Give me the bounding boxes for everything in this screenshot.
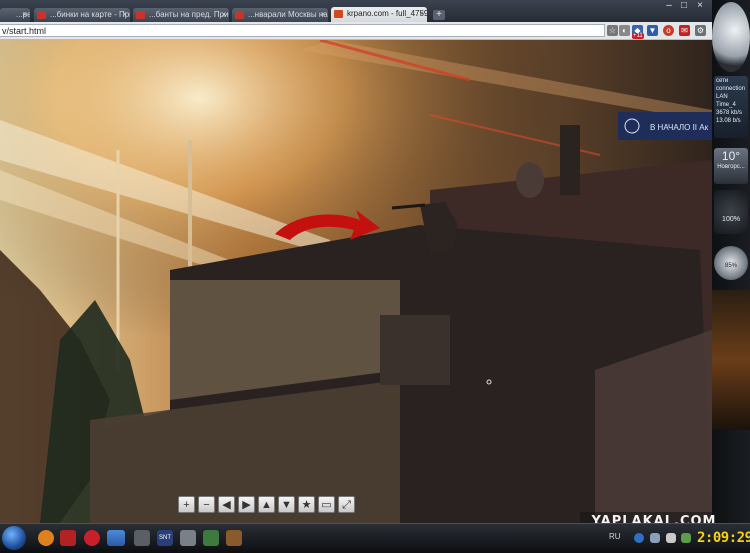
favicon-icon — [334, 10, 343, 18]
address-bar[interactable]: v/start.html — [0, 24, 605, 37]
wallpaper-strip — [712, 290, 750, 430]
network-gadget[interactable]: сети connection LAN Time_4 3678 kb/s 13.… — [714, 76, 748, 138]
firefox-icon[interactable] — [38, 530, 54, 546]
maximize-button[interactable]: □ — [677, 1, 691, 11]
road-sign-text: В НАЧАЛО II Ак — [650, 123, 709, 132]
network-line2: connection — [716, 86, 746, 92]
panorama-image: В НАЧАЛО II Ак — [0, 38, 712, 523]
close-icon[interactable]: × — [320, 8, 325, 22]
app-icon[interactable] — [180, 530, 196, 546]
opera-icon[interactable]: o — [663, 25, 674, 36]
fullscreen-button[interactable]: ⤢ — [338, 496, 355, 513]
pan-right-button[interactable]: ▶ — [238, 496, 255, 513]
weather-city: Новгорс... — [717, 164, 745, 170]
network-line1: сети — [716, 78, 729, 84]
tray-icon[interactable] — [650, 533, 660, 543]
minimize-button[interactable]: – — [662, 1, 676, 11]
tab-1[interactable]: ...рематы... × — [0, 8, 30, 22]
network-line3: LAN — [716, 94, 728, 100]
hotspot-button[interactable]: ▭ — [318, 496, 335, 513]
meter-gadget[interactable]: 85% — [714, 246, 748, 280]
new-tab-button[interactable]: + — [433, 10, 445, 20]
panorama-viewport[interactable]: В НАЧАЛО II Ак + − ◀ ▶ ▲ ▼ ★ ▭ ⤢ — [0, 38, 712, 523]
pdf-icon[interactable] — [60, 530, 76, 546]
pan-down-button[interactable]: ▼ — [278, 496, 295, 513]
meter-percent: 85% — [724, 263, 737, 269]
tab-5-label: krpano.com - full_47593x... — [347, 9, 427, 18]
tab-4-label: ...нварали Москвы на со... — [248, 10, 328, 19]
network-icon[interactable] — [681, 533, 691, 543]
close-icon[interactable]: × — [221, 8, 226, 22]
close-icon[interactable]: × — [22, 8, 27, 22]
favicon-icon — [235, 11, 244, 19]
tab-4[interactable]: ...нварали Москвы на со... × — [232, 8, 328, 22]
chrome-taskbar-icon[interactable] — [107, 530, 125, 546]
spy-icon[interactable]: ◐ — [619, 25, 630, 36]
mail-icon[interactable]: ✉ — [679, 25, 690, 36]
wrench-icon[interactable]: ⚙ — [695, 25, 706, 36]
weather-gadget[interactable]: 10° Новгорс... — [714, 148, 748, 184]
taskbar-clock[interactable]: 2:09:29 — [697, 530, 750, 546]
taskbar: SNT RU 2:09:29 — [0, 523, 750, 553]
network-line5: 3678 kb/s — [716, 110, 743, 116]
favicon-icon — [37, 11, 46, 19]
browser-window: ...рематы... × ...бинки на карте - Прибл… — [0, 0, 712, 523]
tray-icon[interactable] — [634, 533, 644, 543]
close-icon[interactable]: × — [122, 8, 127, 22]
browser-toolbar: v/start.html ☆ ◐ ◆ +11 ▼ o ✉ ⚙ — [0, 22, 712, 40]
zoom-in-button[interactable]: + — [178, 496, 195, 513]
panorama-controls: + − ◀ ▶ ▲ ▼ ★ ▭ ⤢ — [178, 496, 355, 513]
bookmark-star-icon[interactable]: ☆ — [607, 25, 618, 36]
app-icon[interactable] — [203, 530, 219, 546]
pan-up-button[interactable]: ▲ — [258, 496, 275, 513]
download-icon[interactable]: ▼ — [647, 25, 658, 36]
network-line4: Time_4 — [716, 102, 736, 108]
close-window-button[interactable]: × — [693, 1, 707, 11]
favicon-icon — [136, 11, 145, 19]
tab-2[interactable]: ...бинки на карте - Прибл... × — [34, 8, 130, 22]
opera-taskbar-icon[interactable] — [84, 530, 100, 546]
tab-3-label: ...банты на пред. Прие... — [149, 10, 229, 19]
start-button[interactable] — [2, 526, 26, 550]
autorotate-button[interactable]: ★ — [298, 496, 315, 513]
cpu-gadget[interactable]: 100% — [714, 190, 748, 234]
notification-badge: +11 — [632, 33, 644, 39]
volume-icon[interactable] — [666, 533, 676, 543]
cpu-percent: 100% — [722, 216, 740, 223]
app-icon[interactable] — [226, 530, 242, 546]
app-icon[interactable] — [134, 530, 150, 546]
tab-5-active[interactable]: krpano.com - full_47593x... × — [331, 7, 427, 22]
language-indicator[interactable]: RU — [609, 532, 621, 541]
pan-left-button[interactable]: ◀ — [218, 496, 235, 513]
zoom-out-button[interactable]: − — [198, 496, 215, 513]
tab-strip: ...рематы... × ...бинки на карте - Прибл… — [0, 0, 712, 22]
clock-gadget — [712, 2, 750, 72]
app-icon[interactable]: SNT — [157, 530, 173, 546]
network-line6: 13.08 b/s — [716, 118, 741, 124]
tab-2-label: ...бинки на карте - Прибл... — [50, 10, 130, 19]
desktop-gadget-sidebar: сети connection LAN Time_4 3678 kb/s 13.… — [712, 0, 750, 523]
close-icon[interactable]: × — [419, 7, 424, 21]
weather-temp: 10° — [721, 149, 741, 163]
tab-3[interactable]: ...банты на пред. Прие... × — [133, 8, 229, 22]
